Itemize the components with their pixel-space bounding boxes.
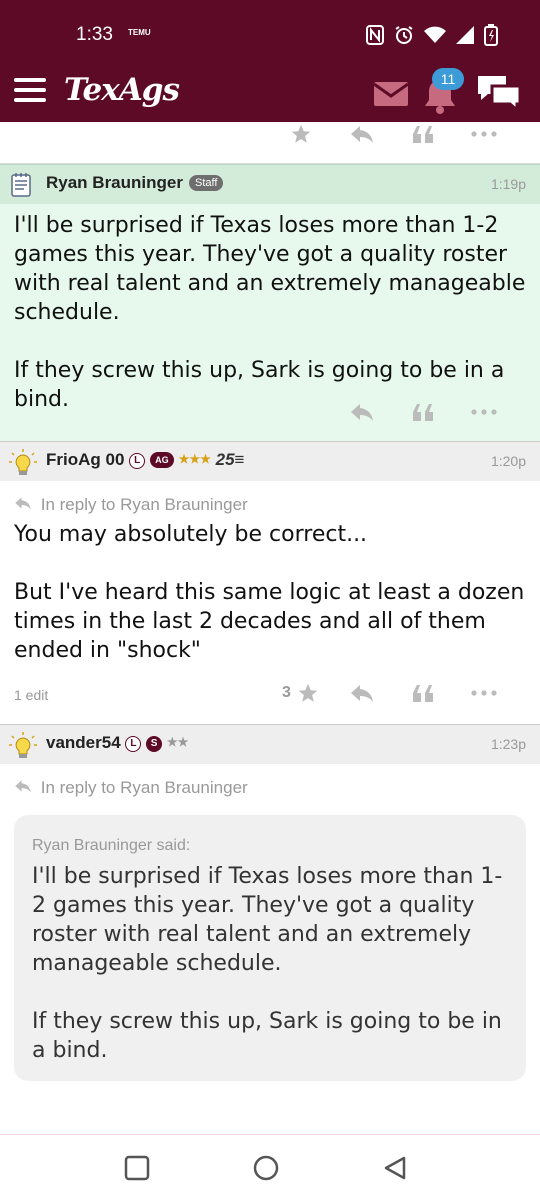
carrier-mark: TEMU	[128, 28, 151, 37]
author-name-text[interactable]: Ryan Brauninger	[46, 173, 183, 192]
quote-text: I'll be surprised if Texas loses more th…	[32, 862, 512, 1065]
like-count: 3	[282, 684, 291, 701]
battery-icon	[484, 24, 498, 50]
action-row	[270, 120, 514, 147]
reply-to-text[interactable]: In reply to Ryan Brauninger	[41, 495, 248, 514]
app-header: TexAgs 11	[0, 66, 540, 122]
lightbulb-icon	[9, 732, 37, 764]
post-time: 1:20p	[490, 453, 526, 469]
previous-post-actions	[0, 120, 540, 164]
status-icons	[366, 24, 498, 50]
app-logo[interactable]: TexAgs	[64, 72, 180, 108]
action-row: 3	[270, 679, 514, 707]
author-name-text[interactable]: vander54	[46, 733, 121, 752]
circle-icon[interactable]	[253, 1155, 279, 1185]
quote-paragraph: I'll be surprised if Texas loses more th…	[32, 864, 503, 976]
author-name-text[interactable]: FrioAg 00	[46, 450, 124, 469]
notification-badge: 11	[432, 68, 464, 90]
author-name[interactable]: vander54 L S ★★	[46, 733, 188, 753]
quote-icon[interactable]	[392, 403, 453, 421]
post-paragraph: But I've heard this same logic at least …	[14, 580, 525, 663]
member-stars: ★★	[166, 735, 189, 749]
author-name[interactable]: Ryan Brauninger Staff	[46, 173, 224, 193]
reply-to-link[interactable]: In reply to Ryan Brauninger	[14, 778, 248, 798]
like-count-star[interactable]: 3	[270, 682, 331, 704]
status-bar: 1:33 TEMU	[0, 0, 540, 66]
square-icon[interactable]	[124, 1155, 150, 1185]
post-staff: Ryan Brauninger Staff 1:19p I'll be surpr…	[0, 164, 540, 441]
post-paragraph: You may absolutely be correct...	[14, 522, 368, 547]
reply-icon[interactable]	[331, 402, 392, 422]
more-icon[interactable]	[453, 690, 514, 696]
chat-icon[interactable]	[476, 74, 522, 114]
post-body: I'll be surprised if Texas loses more th…	[14, 211, 530, 414]
member-stars: ★★★	[178, 452, 211, 466]
s-badge: S	[146, 736, 163, 752]
system-nav-bar	[0, 1134, 540, 1200]
arrow-reply-icon	[14, 495, 37, 514]
status-time: 1:33	[76, 24, 113, 45]
alarm-icon	[394, 25, 414, 49]
staff-badge: Staff	[188, 175, 224, 191]
menu-icon[interactable]	[14, 78, 46, 102]
notepad-icon	[9, 172, 33, 202]
quote-paragraph: If they screw this up, Sark is going to …	[32, 1009, 502, 1063]
post-frioag: FrioAg 00 L AG ★★★ 25≡ 1:20p In reply to…	[0, 441, 540, 724]
edit-note[interactable]: 1 edit	[14, 687, 48, 703]
rank-badge: 25	[215, 450, 235, 469]
author-name[interactable]: FrioAg 00 L AG ★★★ 25≡	[46, 450, 244, 470]
more-icon[interactable]	[453, 130, 514, 137]
quote-icon[interactable]	[392, 125, 453, 143]
star-icon[interactable]	[270, 123, 331, 145]
signal-icon	[456, 26, 474, 48]
post-header: vander54 L S ★★ 1:23p	[0, 724, 540, 764]
nfc-icon	[366, 25, 384, 49]
lightbulb-icon	[9, 449, 37, 481]
post-paragraph: I'll be surprised if Texas loses more th…	[14, 213, 526, 325]
reply-to-text[interactable]: In reply to Ryan Brauninger	[41, 778, 248, 797]
quote-author[interactable]: Ryan Brauninger said:	[32, 837, 190, 855]
reply-icon[interactable]	[331, 683, 392, 703]
action-row	[331, 398, 514, 426]
post-time: 1:23p	[490, 736, 526, 752]
arrow-reply-icon	[14, 778, 37, 797]
post-body: You may absolutely be correct... But I'v…	[14, 520, 530, 665]
quote-block[interactable]: Ryan Brauninger said: I'll be surprised …	[14, 815, 526, 1081]
rank-lines-icon: ≡	[234, 450, 245, 469]
mail-icon[interactable]	[373, 82, 409, 110]
lifetime-badge: L	[125, 736, 142, 752]
lifetime-badge: L	[129, 453, 146, 469]
star-icon	[298, 683, 318, 702]
reply-icon[interactable]	[331, 124, 392, 144]
post-header: Ryan Brauninger Staff 1:19p	[0, 164, 540, 204]
post-time: 1:19p	[490, 176, 526, 192]
post-header: FrioAg 00 L AG ★★★ 25≡ 1:20p	[0, 441, 540, 481]
reply-to-link[interactable]: In reply to Ryan Brauninger	[14, 495, 248, 515]
more-icon[interactable]	[453, 409, 514, 415]
back-triangle-icon[interactable]	[382, 1155, 408, 1185]
ag-badge: AG	[149, 452, 174, 468]
wifi-icon	[424, 26, 446, 48]
quote-icon[interactable]	[392, 684, 453, 702]
